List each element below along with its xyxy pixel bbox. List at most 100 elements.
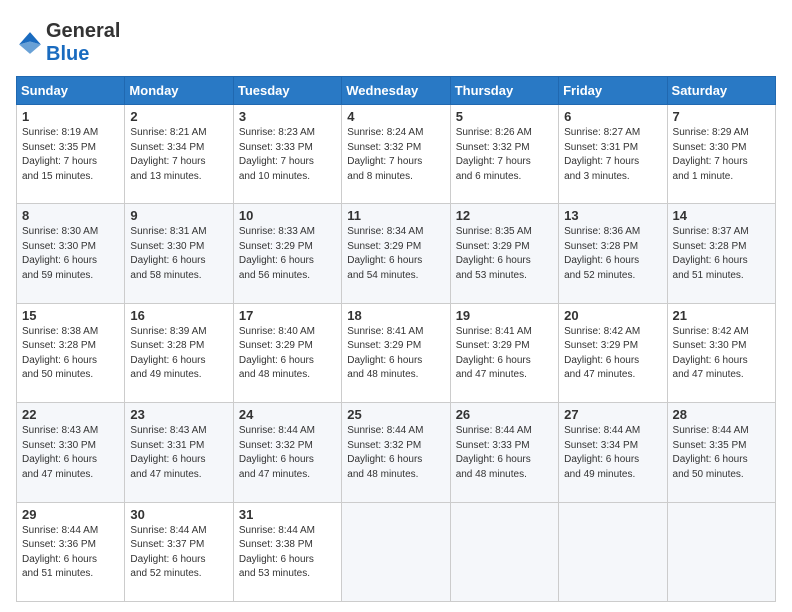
day-number: 22 [22, 407, 119, 422]
day-info: Sunrise: 8:37 AM Sunset: 3:28 PM Dayligh… [673, 225, 770, 283]
day-number: 13 [564, 208, 661, 223]
day-number: 21 [673, 308, 770, 323]
day-number: 23 [130, 407, 227, 422]
logo-text: General Blue [46, 20, 120, 66]
weekday-header-thursday: Thursday [450, 77, 558, 105]
day-info: Sunrise: 8:21 AM Sunset: 3:34 PM Dayligh… [130, 126, 227, 184]
day-number: 6 [564, 109, 661, 124]
day-info: Sunrise: 8:31 AM Sunset: 3:30 PM Dayligh… [130, 225, 227, 283]
day-cell-2: 2 Sunrise: 8:21 AM Sunset: 3:34 PM Daylig… [125, 105, 233, 204]
day-info: Sunrise: 8:41 AM Sunset: 3:29 PM Dayligh… [456, 325, 553, 383]
day-info: Sunrise: 8:24 AM Sunset: 3:32 PM Dayligh… [347, 126, 444, 184]
day-number: 31 [239, 507, 336, 522]
day-number: 1 [22, 109, 119, 124]
day-cell-14: 14 Sunrise: 8:37 AM Sunset: 3:28 PM Dayli… [667, 204, 775, 303]
empty-cell [450, 502, 558, 601]
weekday-header-friday: Friday [559, 77, 667, 105]
day-info: Sunrise: 8:44 AM Sunset: 3:38 PM Dayligh… [239, 524, 336, 582]
day-number: 15 [22, 308, 119, 323]
day-number: 2 [130, 109, 227, 124]
day-cell-20: 20Sunrise: 8:42 AM Sunset: 3:29 PM Dayli… [559, 303, 667, 402]
week-row-1: 1Sunrise: 8:19 AM Sunset: 3:35 PM Daylig… [17, 105, 776, 204]
day-info: Sunrise: 8:30 AM Sunset: 3:30 PM Dayligh… [22, 225, 119, 283]
day-cell-10: 10 Sunrise: 8:33 AM Sunset: 3:29 PM Dayli… [233, 204, 341, 303]
empty-cell [667, 502, 775, 601]
page: General Blue SundayMondayTuesdayWednesda… [0, 0, 792, 612]
day-number: 19 [456, 308, 553, 323]
weekday-header-wednesday: Wednesday [342, 77, 450, 105]
day-cell-28: 28Sunrise: 8:44 AM Sunset: 3:35 PM Dayli… [667, 403, 775, 502]
logo: General Blue [16, 20, 120, 66]
day-cell-13: 13 Sunrise: 8:36 AM Sunset: 3:28 PM Dayli… [559, 204, 667, 303]
day-cell-24: 24 Sunrise: 8:44 AM Sunset: 3:32 PM Dayli… [233, 403, 341, 502]
day-number: 8 [22, 208, 119, 223]
day-number: 4 [347, 109, 444, 124]
day-cell-30: 30Sunrise: 8:44 AM Sunset: 3:37 PM Dayli… [125, 502, 233, 601]
day-cell-21: 21 Sunrise: 8:42 AM Sunset: 3:30 PM Dayli… [667, 303, 775, 402]
day-info: Sunrise: 8:27 AM Sunset: 3:31 PM Dayligh… [564, 126, 661, 184]
day-number: 14 [673, 208, 770, 223]
weekday-header-row: SundayMondayTuesdayWednesdayThursdayFrid… [17, 77, 776, 105]
day-info: Sunrise: 8:42 AM Sunset: 3:30 PM Dayligh… [673, 325, 770, 383]
day-info: Sunrise: 8:44 AM Sunset: 3:32 PM Dayligh… [239, 424, 336, 482]
day-info: Sunrise: 8:23 AM Sunset: 3:33 PM Dayligh… [239, 126, 336, 184]
day-cell-15: 15 Sunrise: 8:38 AM Sunset: 3:28 PM Dayli… [17, 303, 125, 402]
day-info: Sunrise: 8:43 AM Sunset: 3:30 PM Dayligh… [22, 424, 119, 482]
day-cell-4: 4 Sunrise: 8:24 AM Sunset: 3:32 PM Daylig… [342, 105, 450, 204]
day-info: Sunrise: 8:34 AM Sunset: 3:29 PM Dayligh… [347, 225, 444, 283]
empty-cell [559, 502, 667, 601]
day-info: Sunrise: 8:33 AM Sunset: 3:29 PM Dayligh… [239, 225, 336, 283]
day-number: 16 [130, 308, 227, 323]
weekday-header-tuesday: Tuesday [233, 77, 341, 105]
week-row-4: 22 Sunrise: 8:43 AM Sunset: 3:30 PM Dayli… [17, 403, 776, 502]
day-info: Sunrise: 8:35 AM Sunset: 3:29 PM Dayligh… [456, 225, 553, 283]
day-cell-1: 1Sunrise: 8:19 AM Sunset: 3:35 PM Daylig… [17, 105, 125, 204]
day-cell-31: 31 Sunrise: 8:44 AM Sunset: 3:38 PM Dayli… [233, 502, 341, 601]
week-row-3: 15 Sunrise: 8:38 AM Sunset: 3:28 PM Dayli… [17, 303, 776, 402]
day-info: Sunrise: 8:39 AM Sunset: 3:28 PM Dayligh… [130, 325, 227, 383]
weekday-header-monday: Monday [125, 77, 233, 105]
day-info: Sunrise: 8:36 AM Sunset: 3:28 PM Dayligh… [564, 225, 661, 283]
day-info: Sunrise: 8:43 AM Sunset: 3:31 PM Dayligh… [130, 424, 227, 482]
day-info: Sunrise: 8:42 AM Sunset: 3:29 PM Dayligh… [564, 325, 661, 383]
day-info: Sunrise: 8:26 AM Sunset: 3:32 PM Dayligh… [456, 126, 553, 184]
day-info: Sunrise: 8:44 AM Sunset: 3:36 PM Dayligh… [22, 524, 119, 582]
day-cell-6: 6 Sunrise: 8:27 AM Sunset: 3:31 PM Daylig… [559, 105, 667, 204]
day-cell-23: 23 Sunrise: 8:43 AM Sunset: 3:31 PM Dayli… [125, 403, 233, 502]
day-cell-25: 25 Sunrise: 8:44 AM Sunset: 3:32 PM Dayli… [342, 403, 450, 502]
logo-icon [16, 29, 44, 57]
empty-cell [342, 502, 450, 601]
day-info: Sunrise: 8:44 AM Sunset: 3:34 PM Dayligh… [564, 424, 661, 482]
day-info: Sunrise: 8:41 AM Sunset: 3:29 PM Dayligh… [347, 325, 444, 383]
day-cell-7: 7 Sunrise: 8:29 AM Sunset: 3:30 PM Daylig… [667, 105, 775, 204]
day-cell-16: 16 Sunrise: 8:39 AM Sunset: 3:28 PM Dayli… [125, 303, 233, 402]
day-number: 7 [673, 109, 770, 124]
weekday-header-sunday: Sunday [17, 77, 125, 105]
day-cell-17: 17 Sunrise: 8:40 AM Sunset: 3:29 PM Dayli… [233, 303, 341, 402]
week-row-2: 8 Sunrise: 8:30 AM Sunset: 3:30 PM Daylig… [17, 204, 776, 303]
day-number: 27 [564, 407, 661, 422]
day-cell-19: 19 Sunrise: 8:41 AM Sunset: 3:29 PM Dayli… [450, 303, 558, 402]
day-cell-5: 5Sunrise: 8:26 AM Sunset: 3:32 PM Daylig… [450, 105, 558, 204]
day-info: Sunrise: 8:44 AM Sunset: 3:37 PM Dayligh… [130, 524, 227, 582]
day-info: Sunrise: 8:38 AM Sunset: 3:28 PM Dayligh… [22, 325, 119, 383]
day-number: 24 [239, 407, 336, 422]
calendar-table: SundayMondayTuesdayWednesdayThursdayFrid… [16, 76, 776, 602]
day-number: 29 [22, 507, 119, 522]
day-cell-18: 18 Sunrise: 8:41 AM Sunset: 3:29 PM Dayli… [342, 303, 450, 402]
day-cell-27: 27 Sunrise: 8:44 AM Sunset: 3:34 PM Dayli… [559, 403, 667, 502]
day-info: Sunrise: 8:40 AM Sunset: 3:29 PM Dayligh… [239, 325, 336, 383]
day-number: 18 [347, 308, 444, 323]
day-number: 10 [239, 208, 336, 223]
day-cell-22: 22 Sunrise: 8:43 AM Sunset: 3:30 PM Dayli… [17, 403, 125, 502]
weekday-header-saturday: Saturday [667, 77, 775, 105]
day-info: Sunrise: 8:44 AM Sunset: 3:32 PM Dayligh… [347, 424, 444, 482]
day-info: Sunrise: 8:29 AM Sunset: 3:30 PM Dayligh… [673, 126, 770, 184]
day-cell-3: 3Sunrise: 8:23 AM Sunset: 3:33 PM Daylig… [233, 105, 341, 204]
day-number: 17 [239, 308, 336, 323]
day-number: 25 [347, 407, 444, 422]
header: General Blue [16, 16, 776, 66]
day-info: Sunrise: 8:44 AM Sunset: 3:33 PM Dayligh… [456, 424, 553, 482]
day-cell-26: 26Sunrise: 8:44 AM Sunset: 3:33 PM Dayli… [450, 403, 558, 502]
week-row-5: 29 Sunrise: 8:44 AM Sunset: 3:36 PM Dayli… [17, 502, 776, 601]
